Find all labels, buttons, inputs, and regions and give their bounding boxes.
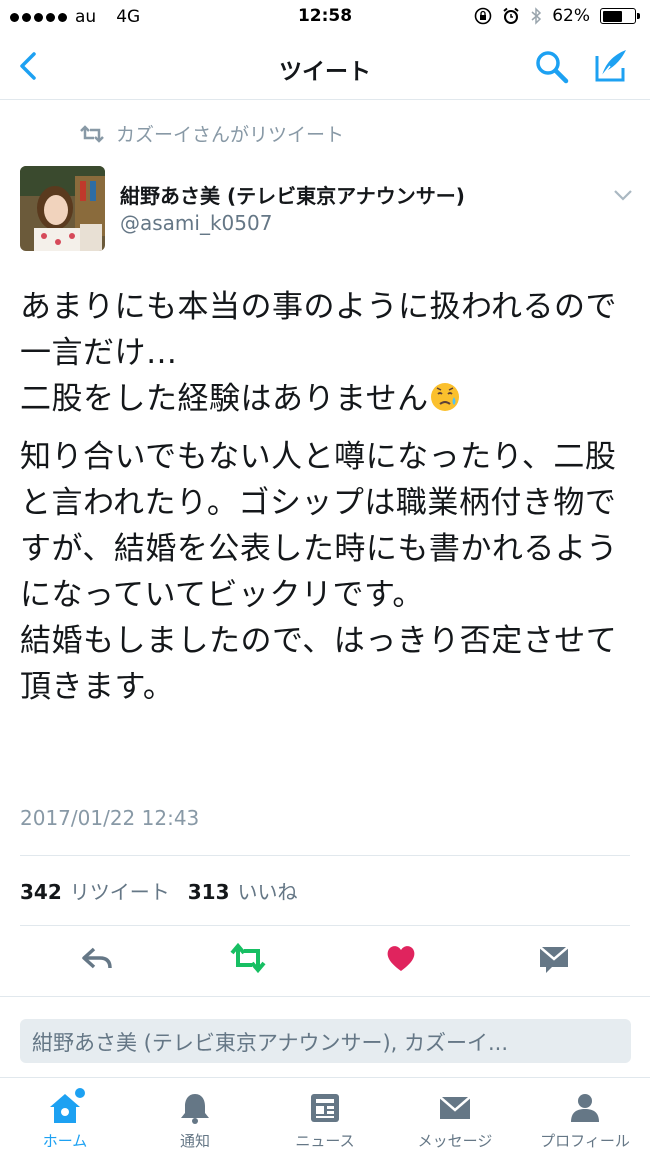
heart-icon[interactable] [383, 940, 419, 976]
tweet-text: あまりにも本当の事のように扱われるので一言だけ… 二股をした経験はありません 知… [20, 284, 630, 722]
reply-input[interactable]: 紺野あさ美 (テレビ東京アナウンサー), カズーイ... [20, 1019, 631, 1063]
divider [20, 855, 630, 856]
tab-news[interactable]: ニュース [260, 1090, 390, 1151]
alarm-icon [503, 7, 519, 24]
tab-news-label: ニュース [295, 1132, 355, 1150]
new-content-dot [75, 1088, 85, 1098]
tab-notifications[interactable]: 通知 [130, 1090, 260, 1151]
tweet-paragraph-1-text: あまりにも本当の事のように扱われるので一言だけ… 二股をした経験はありません [20, 289, 617, 417]
bell-icon [177, 1090, 213, 1126]
avatar-image [20, 166, 105, 251]
person-icon [567, 1090, 603, 1126]
direct-message-icon[interactable] [536, 940, 572, 976]
tab-profile-label: プロフィール [540, 1132, 630, 1150]
battery-fill [602, 10, 622, 22]
home-icon [47, 1088, 85, 1126]
news-icon [307, 1090, 343, 1126]
reply-icon[interactable] [80, 940, 116, 976]
like-count[interactable]: 313 [188, 880, 230, 904]
tab-messages-label: メッセージ [417, 1132, 493, 1150]
bluetooth-icon [531, 7, 542, 25]
retweet-count-label[interactable]: リツイート [70, 876, 170, 905]
chevron-down-icon[interactable] [612, 186, 634, 204]
tweet-stats: 342 リツイート 313 いいね [20, 876, 308, 905]
tweet-actions [0, 940, 650, 980]
status-bar: au 4G 12:58 62% [0, 0, 650, 34]
tab-profile[interactable]: プロフィール [520, 1090, 650, 1151]
retweeted-by[interactable]: カズーイさんがリツイート [80, 120, 344, 147]
search-icon[interactable] [533, 48, 571, 86]
divider [0, 996, 650, 997]
battery-percent: 62% [552, 6, 590, 26]
tweet-paragraph-1: あまりにも本当の事のように扱われるので一言だけ… 二股をした経験はありません [20, 284, 630, 422]
tab-messages[interactable]: メッセージ [390, 1090, 520, 1151]
status-right: 62% [474, 6, 640, 26]
envelope-icon [437, 1090, 473, 1126]
retweet-icon[interactable] [230, 940, 266, 976]
tweet-paragraph-2: 知り合いでもない人と噂になったり、二股と言われたり。ゴシップは職業柄付き物ですが… [20, 439, 618, 705]
nav-bar: ツイート [0, 34, 650, 100]
battery-icon [600, 8, 640, 24]
avatar[interactable] [20, 166, 105, 251]
divider [20, 925, 630, 926]
author-name[interactable]: 紺野あさ美 (テレビ東京アナウンサー) [120, 180, 465, 209]
tab-home-label: ホーム [42, 1132, 88, 1150]
tab-home[interactable]: ホーム [0, 1088, 130, 1151]
tab-bar: ホーム 通知 ニュース メッセージ プロフィール [0, 1077, 650, 1156]
compose-tweet-icon[interactable] [591, 46, 631, 86]
author-handle[interactable]: @asami_k0507 [120, 211, 272, 235]
tab-notifications-label: 通知 [179, 1132, 210, 1150]
retweeted-by-label: カズーイさんがリツイート [116, 124, 345, 146]
rotation-lock-icon [474, 7, 492, 25]
retweet-count[interactable]: 342 [20, 880, 62, 904]
disappointed-relieved-emoji-icon [430, 383, 459, 411]
retweet-small-icon [80, 124, 104, 143]
tweet-timestamp: 2017/01/22 12:43 [20, 806, 200, 830]
like-count-label[interactable]: いいね [238, 876, 298, 905]
